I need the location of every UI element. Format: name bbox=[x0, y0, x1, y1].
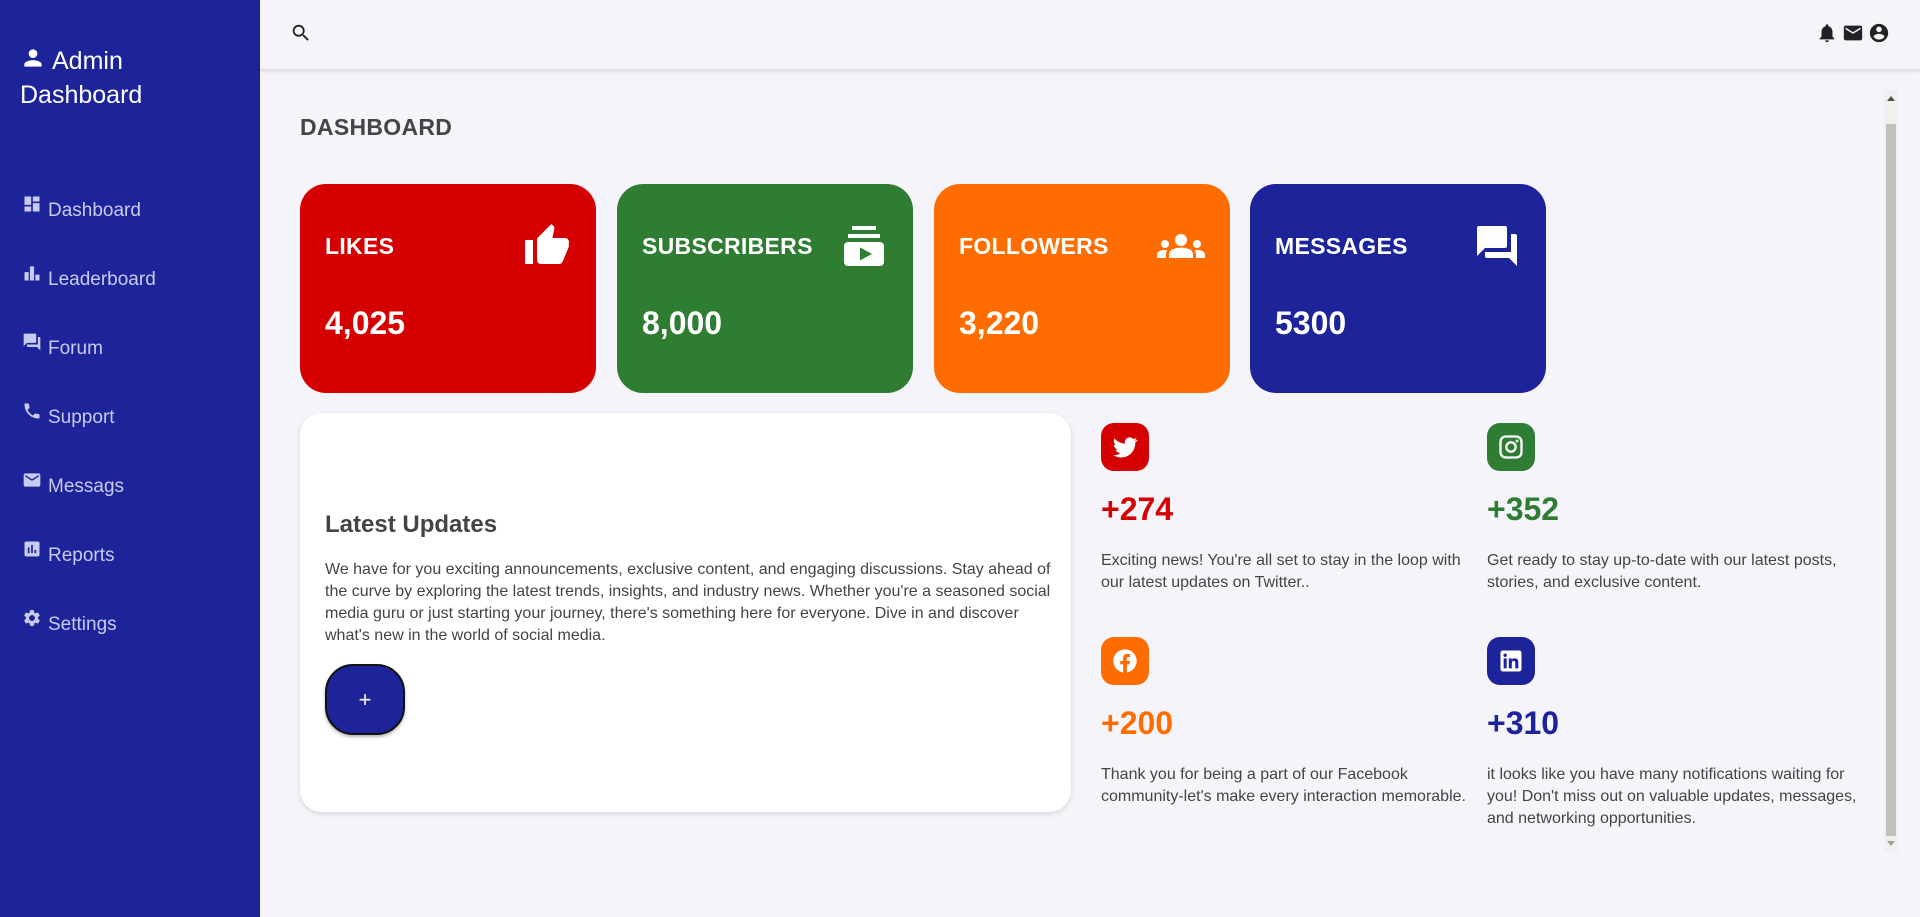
card-label: FOLLOWERS bbox=[959, 233, 1109, 259]
social-linkedin: +310 it looks like you have many notific… bbox=[1487, 637, 1857, 830]
messages-card: MESSAGES 5300 bbox=[1250, 184, 1546, 393]
subscribers-card: SUBSCRIBERS 8,000 bbox=[617, 184, 913, 393]
sidebar-item-leaderboard[interactable]: Leaderboard bbox=[0, 245, 260, 314]
dashboard-icon bbox=[22, 194, 42, 214]
latest-updates-text: We have for you exciting announcements, … bbox=[325, 561, 1051, 644]
sidebar-item-label: Settings bbox=[48, 613, 117, 635]
linkedin-icon[interactable] bbox=[1487, 637, 1535, 685]
groups-icon bbox=[1157, 222, 1205, 270]
phone-icon bbox=[22, 401, 42, 421]
facebook-icon[interactable] bbox=[1101, 637, 1149, 685]
card-label: MESSAGES bbox=[1275, 233, 1408, 259]
social-text: Exciting news! You're all set to stay in… bbox=[1101, 552, 1461, 591]
social-text: it looks like you have many notification… bbox=[1487, 766, 1857, 827]
bell-icon[interactable] bbox=[1816, 22, 1838, 44]
scroll-down-arrow-icon[interactable] bbox=[1887, 841, 1895, 846]
card-value: 3,220 bbox=[959, 305, 1040, 341]
add-button[interactable]: + bbox=[325, 664, 405, 735]
followers-card: FOLLOWERS 3,220 bbox=[934, 184, 1230, 393]
social-instagram: +352 Get ready to stay up-to-date with o… bbox=[1487, 423, 1857, 594]
leaderboard-icon bbox=[22, 263, 42, 283]
scroll-up-arrow-icon[interactable] bbox=[1887, 96, 1895, 101]
forum-icon bbox=[1473, 222, 1521, 270]
card-label: SUBSCRIBERS bbox=[642, 233, 813, 259]
sidebar-item-dashboard[interactable]: Dashboard bbox=[0, 176, 260, 245]
sidebar-item-forum[interactable]: Forum bbox=[0, 314, 260, 383]
social-twitter: +274 Exciting news! You're all set to st… bbox=[1101, 423, 1471, 594]
sidebar-item-label: Support bbox=[48, 406, 115, 428]
twitter-icon[interactable] bbox=[1101, 423, 1149, 471]
likes-card: LIKES 4,025 bbox=[300, 184, 596, 393]
sidebar-item-messages[interactable]: Messags bbox=[0, 452, 260, 521]
account-circle-icon[interactable] bbox=[1868, 22, 1890, 44]
sidebar: Admin Dashboard Dashboard Leaderboard Fo… bbox=[0, 0, 260, 917]
social-count: +352 bbox=[1487, 491, 1560, 527]
mail-icon bbox=[22, 470, 42, 490]
person-icon bbox=[24, 49, 42, 67]
card-value: 5300 bbox=[1275, 305, 1347, 341]
top-bar bbox=[260, 0, 1920, 69]
gear-icon bbox=[22, 608, 42, 628]
card-value: 8,000 bbox=[642, 305, 723, 341]
sidebar-item-label: Forum bbox=[48, 337, 103, 359]
social-text: Thank you for being a part of our Facebo… bbox=[1101, 766, 1466, 805]
social-count: +310 bbox=[1487, 705, 1560, 741]
social-count: +274 bbox=[1101, 491, 1174, 527]
sidebar-nav: Dashboard Leaderboard Forum Support Mess… bbox=[0, 176, 260, 659]
search-icon[interactable] bbox=[290, 22, 312, 44]
sidebar-item-label: Leaderboard bbox=[48, 268, 156, 290]
scrollbar[interactable] bbox=[1884, 90, 1898, 852]
card-value: 4,025 bbox=[325, 305, 406, 341]
forum-icon bbox=[22, 332, 42, 352]
sidebar-item-label: Dashboard bbox=[48, 199, 141, 221]
latest-updates-panel: Latest Updates We have for you exciting … bbox=[300, 413, 1071, 812]
card-label: LIKES bbox=[325, 233, 395, 259]
social-count: +200 bbox=[1101, 705, 1174, 741]
sidebar-item-support[interactable]: Support bbox=[0, 383, 260, 452]
social-facebook: +200 Thank you for being a part of our F… bbox=[1101, 637, 1471, 808]
social-text: Get ready to stay up-to-date with our la… bbox=[1487, 552, 1837, 591]
mail-icon[interactable] bbox=[1842, 22, 1864, 44]
scrollbar-thumb[interactable] bbox=[1886, 124, 1896, 836]
sidebar-item-label: Reports bbox=[48, 544, 115, 566]
sidebar-item-label: Messags bbox=[48, 475, 125, 497]
subscriptions-icon bbox=[840, 222, 888, 270]
top-icons bbox=[1816, 22, 1890, 44]
reports-icon bbox=[22, 539, 42, 559]
sidebar-item-reports[interactable]: Reports bbox=[0, 521, 260, 590]
thumb-up-icon bbox=[523, 222, 571, 270]
latest-updates-title: Latest Updates bbox=[325, 511, 498, 538]
sidebar-item-settings[interactable]: Settings bbox=[0, 590, 260, 659]
brand: Admin Dashboard bbox=[20, 44, 240, 112]
instagram-icon[interactable] bbox=[1487, 423, 1535, 471]
page-title: DASHBOARD bbox=[300, 114, 453, 140]
